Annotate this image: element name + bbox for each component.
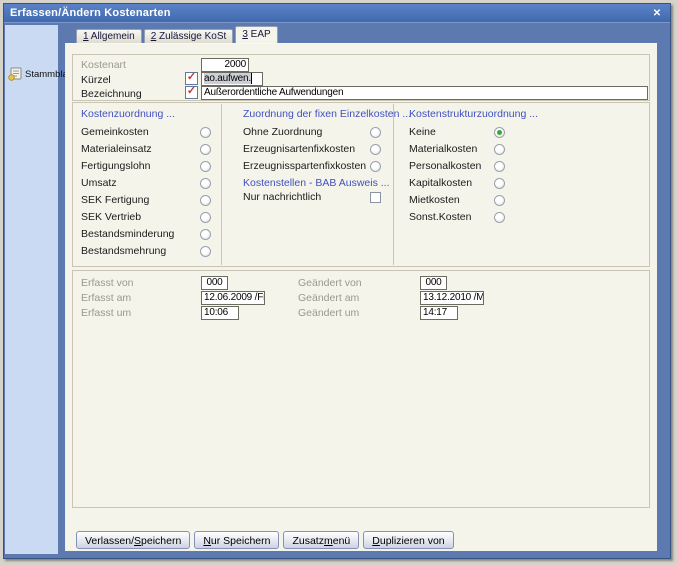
- duplizieren-von-button[interactable]: Duplizieren von: [363, 531, 454, 549]
- bab-ausweis-header: Kostenstellen - BAB Ausweis ...: [243, 177, 390, 189]
- option-label: Fertigungslohn: [81, 160, 151, 172]
- column-separator: [221, 104, 222, 265]
- kostenzuordnung-header: Kostenzuordnung ...: [81, 108, 175, 120]
- form-icon: [8, 67, 22, 81]
- kuerzel-label: Kürzel: [81, 74, 111, 86]
- tab-allgemein[interactable]: 1 Allgemein: [76, 29, 142, 43]
- option-label: Keine: [409, 126, 436, 138]
- option-label: Mietkosten: [409, 194, 460, 206]
- option-label: Materialkosten: [409, 143, 478, 155]
- option-label: Nur nachrichtlich: [243, 191, 322, 203]
- radio-sonst-kosten[interactable]: [494, 212, 505, 223]
- geaendert-von-field[interactable]: 000: [420, 276, 447, 290]
- kuerzel-input[interactable]: ao.aufwen.: [201, 72, 263, 86]
- geaendert-am-field[interactable]: 13.12.2010 /Mo: [420, 291, 484, 305]
- window-body: Stammblatt 1 Allgemein 2 Zulässige KoSt …: [4, 24, 670, 558]
- kostenart-field[interactable]: 2000: [201, 58, 249, 72]
- radio-mietkosten[interactable]: [494, 195, 505, 206]
- erfasst-von-label: Erfasst von: [81, 277, 134, 289]
- tab-page-eap: Kostenart 2000 Kürzel ✓ ao.aufwen. Bezei…: [65, 43, 657, 551]
- red-check-icon: ✓: [186, 71, 197, 83]
- tab-eap[interactable]: 3 EAP: [235, 26, 278, 43]
- erfasst-um-field[interactable]: 10:06: [201, 306, 239, 320]
- selected-text: ao.aufwen.: [204, 73, 251, 85]
- groupbox-identification: Kostenart 2000 Kürzel ✓ ao.aufwen. Bezei…: [72, 54, 650, 101]
- erfasst-am-field[interactable]: 12.06.2009 /Fr: [201, 291, 265, 305]
- radio-erzeugnisartenfixkosten[interactable]: [370, 144, 381, 155]
- radio-sek-fertigung[interactable]: [200, 195, 211, 206]
- radio-personalkosten[interactable]: [494, 161, 505, 172]
- red-check-icon: ✓: [186, 85, 197, 97]
- geaendert-am-label: Geändert am: [298, 292, 360, 304]
- checkbox-nur-nachrichtlich[interactable]: [370, 192, 381, 203]
- text-caret: [250, 73, 252, 84]
- kuerzel-confirm-button[interactable]: ✓: [185, 72, 198, 85]
- geaendert-von-label: Geändert von: [298, 277, 362, 289]
- option-label: Bestandsmehrung: [81, 245, 167, 257]
- option-label: Kapitalkosten: [409, 177, 473, 189]
- option-label: Personalkosten: [409, 160, 482, 172]
- option-label: Ohne Zuordnung: [243, 126, 323, 138]
- radio-materialeinsatz[interactable]: [200, 144, 211, 155]
- dialog-window: Erfassen/Ändern Kostenarten ✕ Stammblatt…: [3, 3, 671, 559]
- verlassen-speichern-button[interactable]: Verlassen/Speichern: [76, 531, 191, 549]
- radio-bestandsminderung[interactable]: [200, 229, 211, 240]
- option-label: SEK Fertigung: [81, 194, 150, 206]
- tab-bar: 1 Allgemein 2 Zulässige KoSt 3 EAP: [76, 26, 280, 43]
- fixe-einzelkosten-header: Zuordnung der fixen Einzelkosten ...: [243, 108, 412, 120]
- radio-bestandsmehrung[interactable]: [200, 246, 211, 257]
- radio-sek-vertrieb[interactable]: [200, 212, 211, 223]
- radio-materialkosten[interactable]: [494, 144, 505, 155]
- option-label: Materialeinsatz: [81, 143, 152, 155]
- bezeichnung-label: Bezeichnung: [81, 88, 142, 100]
- kostenstruktur-header: Kostenstrukturzuordnung ...: [409, 108, 538, 120]
- radio-kapitalkosten[interactable]: [494, 178, 505, 189]
- erfasst-von-field[interactable]: 000: [201, 276, 228, 290]
- groupbox-audit: Erfasst von 000 Erfasst am 12.06.2009 /F…: [72, 270, 650, 508]
- geaendert-um-label: Geändert um: [298, 307, 360, 319]
- bezeichnung-input[interactable]: Außerordentliche Aufwendungen: [201, 86, 648, 100]
- kostenart-label: Kostenart: [81, 59, 126, 71]
- button-row: Verlassen/Speichern Nur Speichern Zusatz…: [76, 531, 454, 549]
- radio-umsatz[interactable]: [200, 178, 211, 189]
- erfasst-um-label: Erfasst um: [81, 307, 132, 319]
- geaendert-um-field[interactable]: 14:17: [420, 306, 458, 320]
- bezeichnung-confirm-button[interactable]: ✓: [185, 86, 198, 99]
- close-icon[interactable]: ✕: [650, 8, 664, 19]
- option-label: Sonst.Kosten: [409, 211, 472, 223]
- sidebar: Stammblatt: [5, 25, 73, 554]
- option-label: Gemeinkosten: [81, 126, 149, 138]
- option-label: Umsatz: [81, 177, 117, 189]
- erfasst-am-label: Erfasst am: [81, 292, 132, 304]
- radio-ohne-zuordnung[interactable]: [370, 127, 381, 138]
- radio-keine[interactable]: [494, 127, 505, 138]
- radio-fertigungslohn[interactable]: [200, 161, 211, 172]
- radio-gemeinkosten[interactable]: [200, 127, 211, 138]
- window-title: Erfassen/Ändern Kostenarten: [10, 7, 171, 19]
- radio-erzeugnisspartenfixkosten[interactable]: [370, 161, 381, 172]
- nur-speichern-button[interactable]: Nur Speichern: [194, 531, 280, 549]
- option-label: Erzeugnisspartenfixkosten: [243, 160, 367, 172]
- option-label: Erzeugnisartenfixkosten: [243, 143, 356, 155]
- sidebar-item-stammblatt[interactable]: Stammblatt: [8, 67, 73, 81]
- titlebar: Erfassen/Ändern Kostenarten ✕: [4, 4, 670, 23]
- groupbox-zuordnung: Kostenzuordnung ... Gemeinkosten Materia…: [72, 102, 650, 267]
- zusatzmenue-button[interactable]: Zusatz m enü: [283, 531, 360, 549]
- option-label: Bestandsminderung: [81, 228, 175, 240]
- column-separator: [393, 104, 394, 265]
- option-label: SEK Vertrieb: [81, 211, 142, 223]
- tab-zulaessige-kost[interactable]: 2 Zulässige KoSt: [143, 29, 234, 43]
